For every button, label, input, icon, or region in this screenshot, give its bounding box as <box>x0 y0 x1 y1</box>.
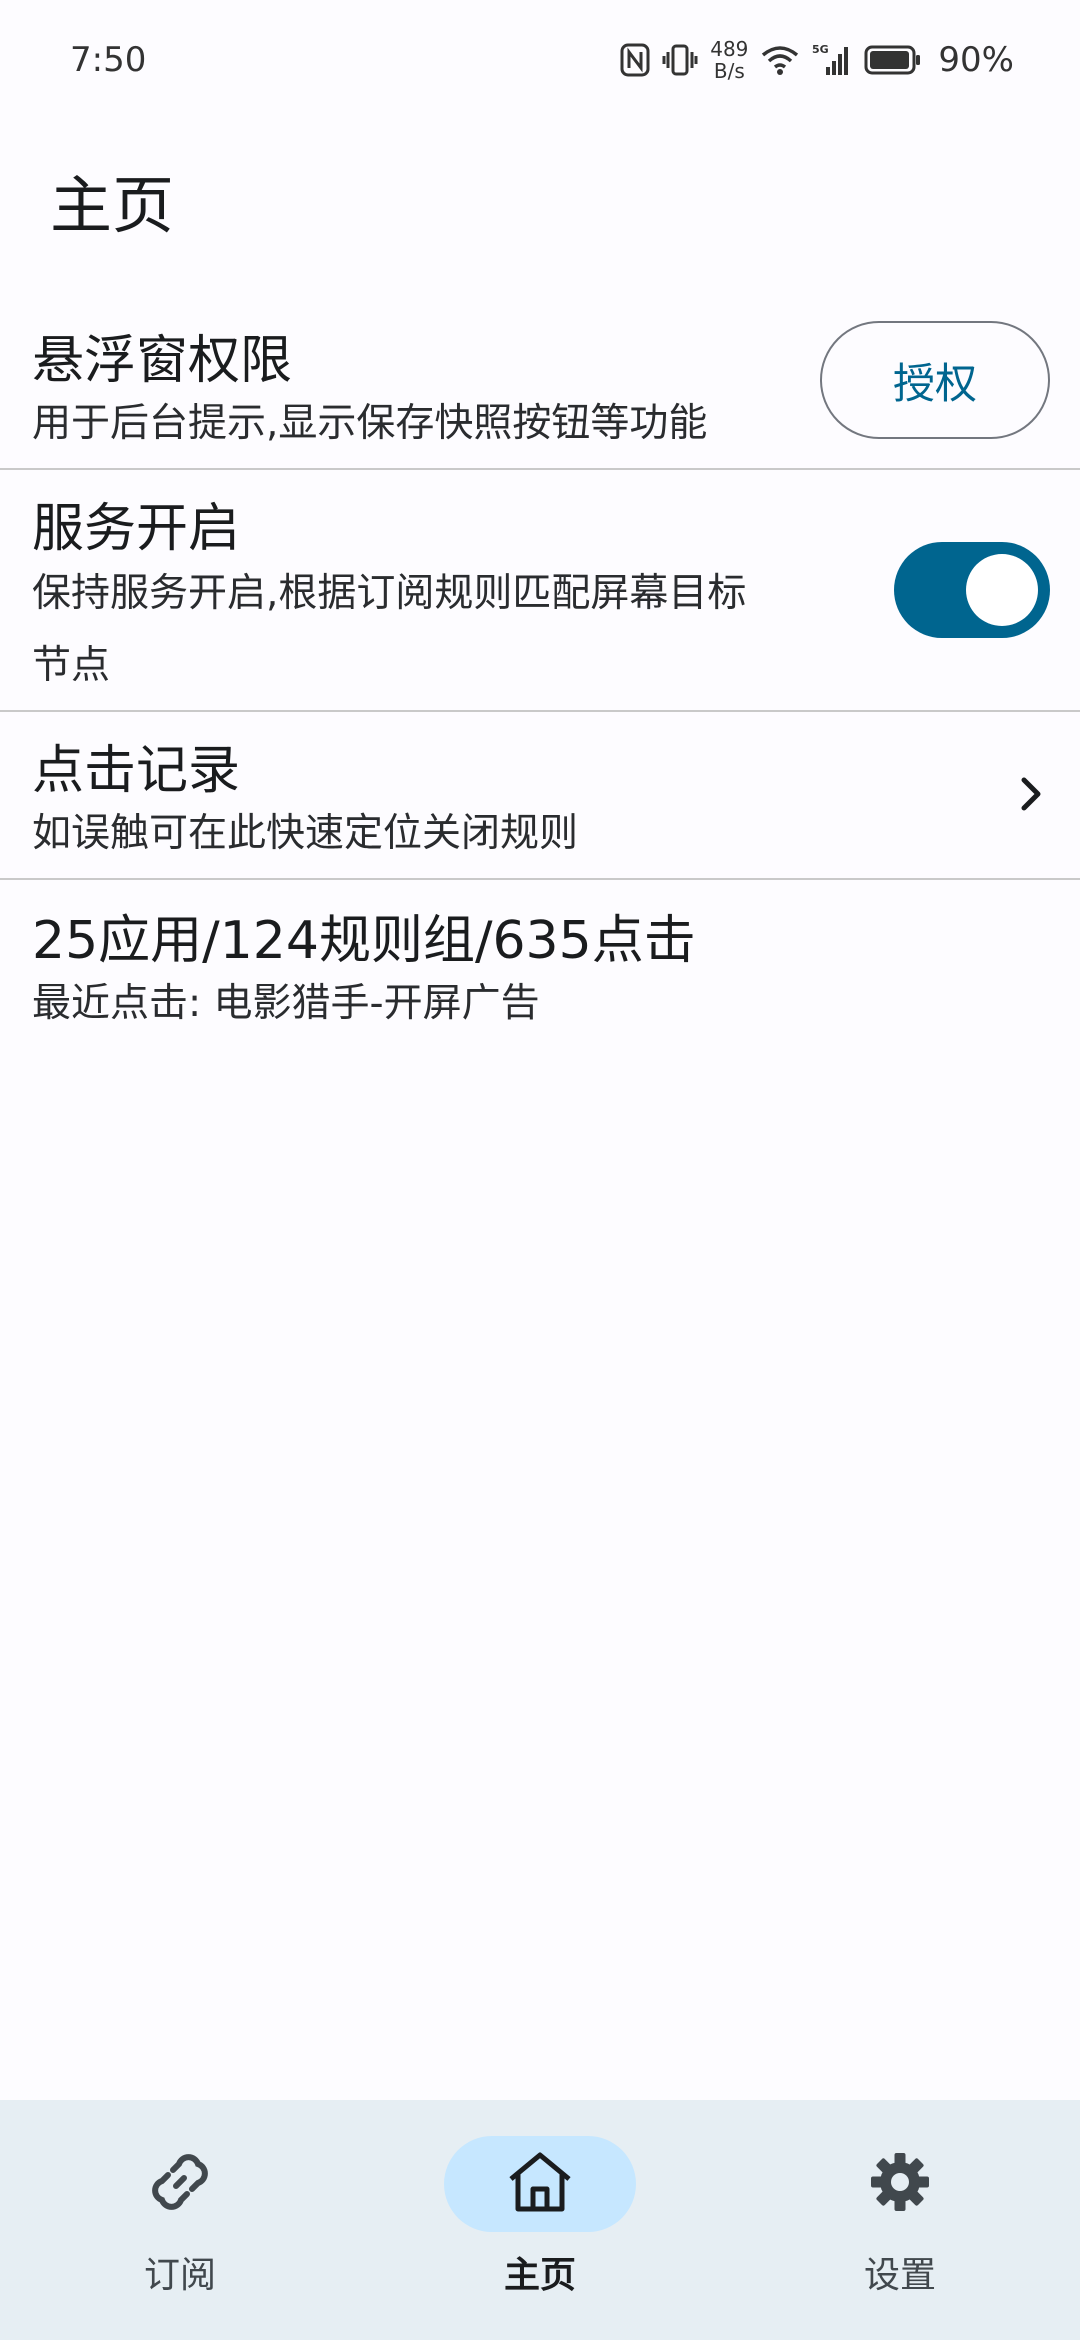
nav-item-subscriptions[interactable]: 订阅 <box>0 2100 360 2340</box>
nav-label-subscriptions: 订阅 <box>143 2255 216 2296</box>
page-title: 主页 <box>50 169 175 242</box>
service-enable-row[interactable]: 服务开启 保持服务开启,根据订阅规则匹配屏幕目标 节点 <box>0 470 1080 712</box>
overlay-permission-desc: 用于后台提示,显示保存快照按钮等功能 <box>32 401 708 446</box>
network-speed: 489 B/s <box>710 38 748 82</box>
svg-text:5G: 5G <box>812 43 829 56</box>
stats-row: 25应用/124规则组/635点击 最近点击: 电影猎手-开屏广告 <box>0 880 1080 1040</box>
speed-value: 489 <box>710 37 749 61</box>
stats-title: 25应用/124规则组/635点击 <box>32 911 696 971</box>
overlay-permission-title: 悬浮窗权限 <box>32 331 293 391</box>
toggle-knob <box>966 554 1038 626</box>
service-enable-title: 服务开启 <box>32 499 241 559</box>
link-icon <box>146 2148 214 2220</box>
signal-5g-icon: 5G <box>812 43 852 77</box>
battery-percent: 90% <box>938 40 1014 80</box>
speed-unit: B/s <box>713 59 745 83</box>
click-log-desc: 如误触可在此快速定位关闭规则 <box>32 811 579 856</box>
chevron-right-icon <box>1010 772 1050 820</box>
gear-icon <box>867 2149 933 2219</box>
status-bar: 7:50 489 B/s 5G 90% <box>0 0 1080 120</box>
status-time: 7:50 <box>70 40 147 80</box>
service-toggle[interactable] <box>894 542 1050 638</box>
service-enable-desc-line2: 节点 <box>32 643 111 688</box>
status-icons: 489 B/s 5G 90% <box>620 38 1014 82</box>
authorize-button[interactable]: 授权 <box>820 321 1050 439</box>
nav-pill-home <box>444 2136 636 2232</box>
nav-pill-subscriptions <box>84 2136 276 2232</box>
nfc-icon <box>620 43 650 77</box>
overlay-permission-row: 悬浮窗权限 用于后台提示,显示保存快照按钮等功能 授权 <box>0 300 1080 470</box>
vibrate-icon <box>662 43 698 77</box>
wifi-icon <box>760 44 800 76</box>
battery-icon <box>864 45 922 75</box>
service-enable-desc-line1: 保持服务开启,根据订阅规则匹配屏幕目标 <box>32 571 747 616</box>
click-log-title: 点击记录 <box>32 741 241 801</box>
nav-item-home[interactable]: 主页 <box>360 2100 720 2340</box>
nav-pill-settings <box>804 2136 996 2232</box>
nav-label-settings: 设置 <box>863 2255 936 2296</box>
home-icon <box>505 2149 575 2219</box>
bottom-navigation: 订阅 主页 设置 <box>0 2100 1080 2340</box>
recent-click-desc: 最近点击: 电影猎手-开屏广告 <box>32 981 540 1026</box>
click-log-row[interactable]: 点击记录 如误触可在此快速定位关闭规则 <box>0 712 1080 880</box>
nav-item-settings[interactable]: 设置 <box>720 2100 1080 2340</box>
nav-label-home: 主页 <box>503 2255 576 2296</box>
